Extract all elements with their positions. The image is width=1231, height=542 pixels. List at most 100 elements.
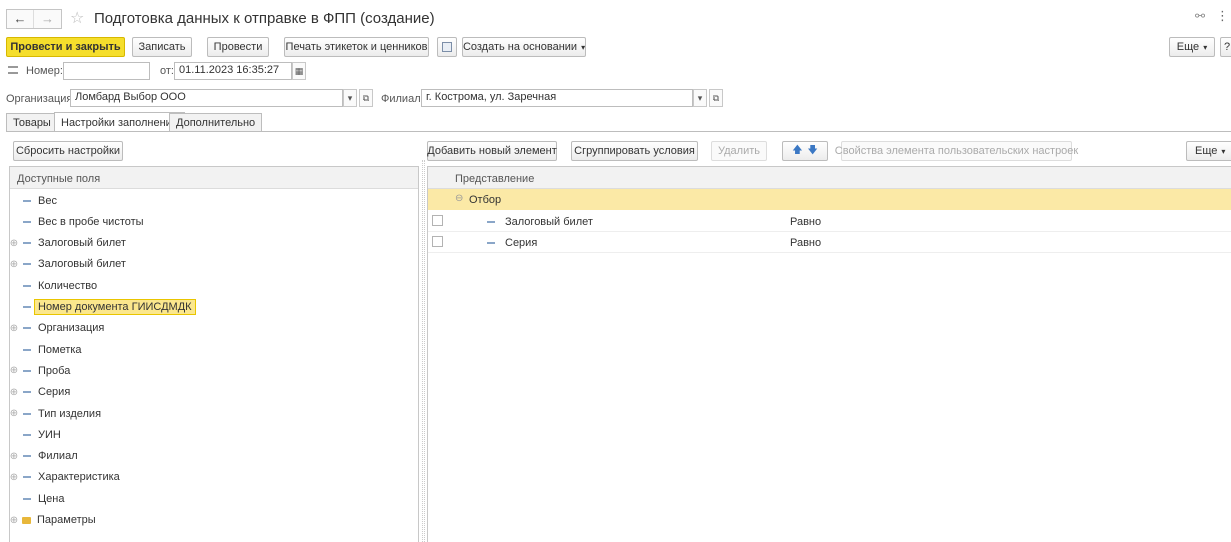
chevron-down-icon: ▾ [581, 42, 586, 52]
field-icon [23, 433, 31, 436]
tree-item[interactable]: ⊕ Параметры [9, 510, 96, 531]
field-icon [23, 348, 31, 351]
create-based-on-button[interactable]: Создать на основании ▾ [462, 37, 586, 57]
tree-item[interactable]: Вес [9, 190, 57, 211]
more-vertical-icon[interactable]: ⋮ [1216, 8, 1229, 24]
available-fields-header-label: Доступные поля [17, 173, 101, 185]
move-buttons[interactable]: 🡅 🡇 [782, 141, 828, 161]
filter-table-header-label: Представление [455, 173, 535, 185]
tree-item[interactable]: Пометка [9, 339, 82, 360]
report-icon-button[interactable] [437, 37, 457, 57]
branch-input[interactable]: г. Кострома, ул. Заречная [421, 89, 693, 107]
tree-item[interactable]: ⊕ Характеристика [9, 467, 120, 488]
branch-label: Филиал: [381, 93, 424, 105]
folder-icon [22, 516, 31, 524]
expand-icon[interactable]: ⊕ [9, 408, 19, 419]
reset-settings-button[interactable]: Сбросить настройки [13, 141, 123, 161]
branch-dropdown-icon[interactable]: ▾ [693, 89, 707, 107]
expand-icon[interactable]: ⊕ [9, 451, 19, 462]
tab-additional[interactable]: Дополнительно [169, 113, 263, 132]
tree-item[interactable]: ⊕ Залоговый билет [9, 254, 126, 275]
field-icon [23, 306, 31, 308]
expand-icon[interactable]: ⊕ [9, 259, 19, 270]
save-button[interactable]: Записать [132, 37, 192, 57]
tree-item[interactable]: ⊕ Организация [9, 318, 105, 339]
expand-icon[interactable]: ⊕ [9, 387, 19, 398]
right-more-button[interactable]: Еще ▾ [1186, 141, 1231, 161]
tree-item[interactable]: ⊕ Проба [9, 360, 71, 381]
field-icon [23, 327, 31, 330]
filter-row-checkbox[interactable] [432, 236, 443, 247]
link-icon[interactable]: ⚯ [1195, 9, 1205, 23]
print-labels-button[interactable]: Печать этикеток и ценников [284, 37, 429, 57]
delete-button[interactable]: Удалить [711, 141, 767, 161]
post-and-close-button[interactable]: Провести и закрыть [6, 37, 125, 57]
group-conditions-button[interactable]: Сгруппировать условия [571, 141, 698, 161]
organization-input[interactable]: Ломбард Выбор ООО [70, 89, 343, 107]
field-icon [23, 220, 31, 223]
more-button[interactable]: Еще ▾ [1169, 37, 1215, 57]
filter-row-checkbox[interactable] [432, 215, 443, 226]
field-icon [23, 369, 31, 372]
tree-item[interactable]: ⊕ Тип изделия [9, 403, 101, 424]
field-icon [23, 199, 31, 202]
tab-goods[interactable]: Товары [6, 113, 58, 132]
tree-item-label: Филиал [38, 450, 78, 463]
date-input[interactable]: 01.11.2023 16:35:27 [174, 62, 292, 80]
tree-item-label: Вес в пробе чистоты [38, 215, 144, 228]
expand-icon[interactable]: ⊕ [9, 323, 19, 334]
filter-group-toggle-icon[interactable]: ⊖ [455, 193, 463, 204]
calendar-icon[interactable]: ▦ [292, 62, 306, 80]
field-icon [23, 242, 31, 245]
date-label: от: [160, 65, 174, 77]
tab-fill-settings[interactable]: Настройки заполнения [54, 112, 185, 132]
tree-item-label: Организация [38, 322, 105, 335]
number-input[interactable] [63, 62, 150, 80]
field-icon [23, 391, 31, 394]
tree-item[interactable]: ⊕ Залоговый билет [9, 233, 126, 254]
tree-item[interactable]: Номер документа ГИИСДМДК [9, 297, 196, 318]
tree-item[interactable]: Количество [9, 275, 97, 296]
tree-item[interactable]: Цена [9, 488, 64, 509]
filter-group-row[interactable] [428, 189, 1231, 210]
organization-dropdown-icon[interactable]: ▾ [343, 89, 357, 107]
tree-item-label: Тип изделия [38, 407, 102, 420]
post-button[interactable]: Провести [207, 37, 269, 57]
expand-icon[interactable]: ⊕ [9, 472, 19, 483]
forward-icon[interactable]: → [34, 10, 61, 28]
tree-item-label: Номер документа ГИИСДМДК [34, 299, 196, 315]
tree-item-label: Пометка [38, 343, 82, 356]
nav-buttons: ← → [6, 9, 62, 29]
add-element-button[interactable]: Добавить новый элемент [427, 141, 557, 161]
filter-group-label: Отбор [469, 194, 502, 206]
tree-item[interactable]: ⊕ Филиал [9, 446, 78, 467]
branch-open-icon[interactable]: ⧉ [709, 89, 723, 107]
field-icon [23, 263, 31, 266]
field-icon [23, 455, 31, 458]
star-icon[interactable]: ☆ [70, 8, 84, 28]
filter-row[interactable] [428, 232, 1231, 253]
field-icon [487, 221, 495, 223]
expand-icon[interactable]: ⊕ [9, 365, 19, 376]
chevron-down-icon: ▾ [1221, 146, 1226, 156]
arrow-down-icon[interactable]: 🡇 [808, 143, 818, 160]
tree-item[interactable]: ⊕ Серия [9, 382, 70, 403]
field-icon [487, 242, 495, 244]
more-label: Еще [1176, 41, 1200, 53]
tree-item-label: Залоговый билет [38, 258, 126, 271]
filter-table-header [428, 167, 1231, 189]
organization-open-icon[interactable]: ⧉ [359, 89, 373, 107]
panel-splitter[interactable] [422, 160, 425, 542]
tree-item[interactable]: УИН [9, 424, 61, 445]
tree-item[interactable]: Вес в пробе чистоты [9, 211, 144, 232]
element-properties-button[interactable]: Свойства элемента пользовательских настр… [835, 141, 1078, 161]
arrow-up-icon[interactable]: 🡅 [792, 143, 802, 160]
expand-icon[interactable]: ⊕ [9, 238, 19, 249]
expand-icon[interactable]: ⊕ [9, 515, 19, 526]
filter-row-field: Серия [505, 237, 538, 249]
number-label: Номер: [26, 65, 63, 77]
field-icon [23, 497, 31, 500]
filter-row-field: Залоговый билет [505, 216, 593, 228]
back-icon[interactable]: ← [7, 10, 34, 28]
help-button[interactable]: ? [1220, 37, 1231, 57]
